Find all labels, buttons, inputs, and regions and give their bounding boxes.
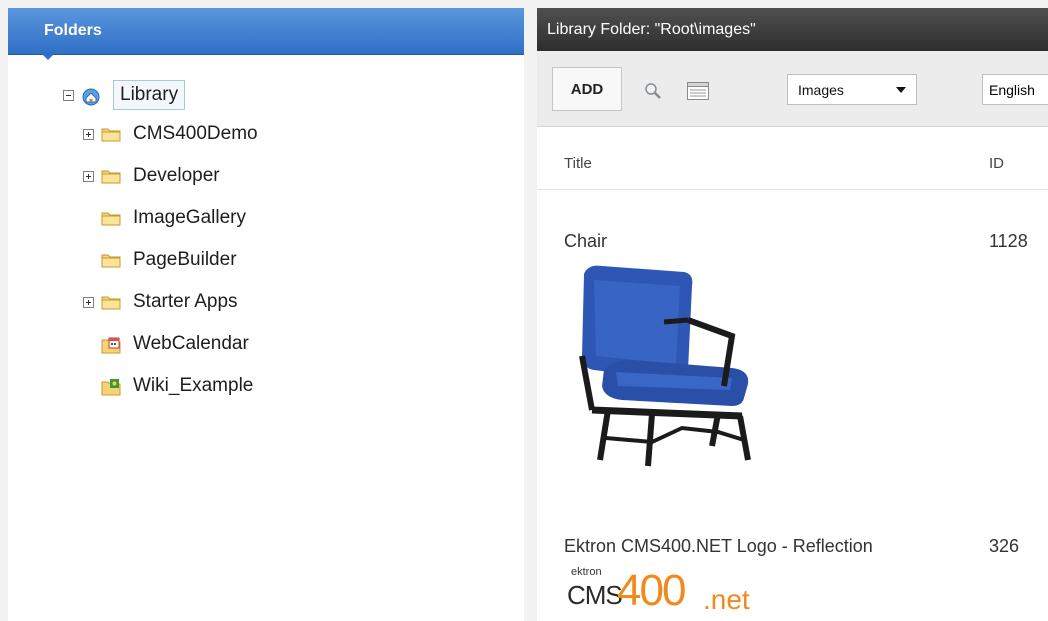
tree-label[interactable]: Library xyxy=(113,80,186,110)
library-folder-title: Library Folder: "Root\images" xyxy=(547,21,756,38)
tree-label[interactable]: ImageGallery xyxy=(133,207,246,229)
expand-icon[interactable] xyxy=(83,128,94,140)
tree-node-starter-apps[interactable]: Starter Apps xyxy=(83,285,238,319)
cms400-logo-image[interactable]: ektron CMS 400 .net xyxy=(567,566,797,621)
tree-label[interactable]: Wiki_Example xyxy=(133,375,253,397)
chevron-down-icon xyxy=(896,87,906,93)
tree-node-imagegallery[interactable]: ImageGallery xyxy=(101,201,246,235)
logo-cms-text: CMS xyxy=(567,580,623,610)
folder-icon xyxy=(101,295,121,310)
column-title[interactable]: Title xyxy=(564,155,592,172)
search-icon[interactable] xyxy=(644,82,662,105)
calendar-folder-icon xyxy=(101,337,121,353)
folder-icon xyxy=(101,169,121,184)
header-notch xyxy=(42,54,54,60)
type-select[interactable]: Images xyxy=(787,74,917,105)
tree-node-pagebuilder[interactable]: PageBuilder xyxy=(101,243,237,277)
tree-label[interactable]: PageBuilder xyxy=(133,249,237,271)
tree-label[interactable]: CMS400Demo xyxy=(133,123,258,145)
wiki-folder-icon xyxy=(101,378,121,395)
column-id[interactable]: ID xyxy=(989,155,1004,172)
home-library-icon xyxy=(81,88,101,105)
column-header: Title ID xyxy=(537,126,1048,190)
library-header: Library Folder: "Root\images" xyxy=(537,8,1048,51)
tree-node-developer[interactable]: Developer xyxy=(83,159,220,193)
blue-chair-image[interactable] xyxy=(572,260,792,475)
language-select-value: English xyxy=(989,81,1035,98)
folder-icon xyxy=(101,211,121,226)
folders-header: Folders xyxy=(8,8,524,60)
folder-icon xyxy=(101,127,121,142)
toolbar: ADD Images English xyxy=(537,51,1048,127)
row-title-link[interactable]: Chair xyxy=(564,231,607,252)
row-id: 1128 xyxy=(989,231,1028,251)
folder-icon xyxy=(101,253,121,268)
tree-node-library[interactable]: Library xyxy=(63,78,186,112)
library-panel: Library Folder: "Root\images" ADD Images… xyxy=(537,8,1048,621)
logo-400-text: 400 xyxy=(617,566,686,615)
tree-node-cms400demo[interactable]: CMS400Demo xyxy=(83,117,258,151)
row-title-link[interactable]: Ektron CMS400.NET Logo - Reflection xyxy=(564,536,873,557)
tree-label[interactable]: WebCalendar xyxy=(133,333,249,355)
tree-label[interactable]: Starter Apps xyxy=(133,291,238,313)
logo-ektron-text: ektron xyxy=(571,566,602,578)
row-id: 326 xyxy=(989,536,1020,556)
tree-node-wiki-example[interactable]: Wiki_Example xyxy=(101,369,253,403)
collapse-icon[interactable] xyxy=(63,89,74,101)
type-select-value: Images xyxy=(798,81,844,98)
add-button[interactable]: ADD xyxy=(552,67,622,111)
folders-panel: Folders Library CMS400Demo Developer Ima… xyxy=(8,8,524,621)
tree-node-webcalendar[interactable]: WebCalendar xyxy=(101,327,249,361)
language-select[interactable]: English xyxy=(982,74,1048,105)
list-view-icon[interactable] xyxy=(687,82,709,105)
expand-icon[interactable] xyxy=(83,296,94,308)
expand-icon[interactable] xyxy=(83,170,94,182)
logo-net-text: .net xyxy=(703,584,750,615)
folders-title: Folders xyxy=(44,22,102,39)
tree-label[interactable]: Developer xyxy=(133,165,220,187)
